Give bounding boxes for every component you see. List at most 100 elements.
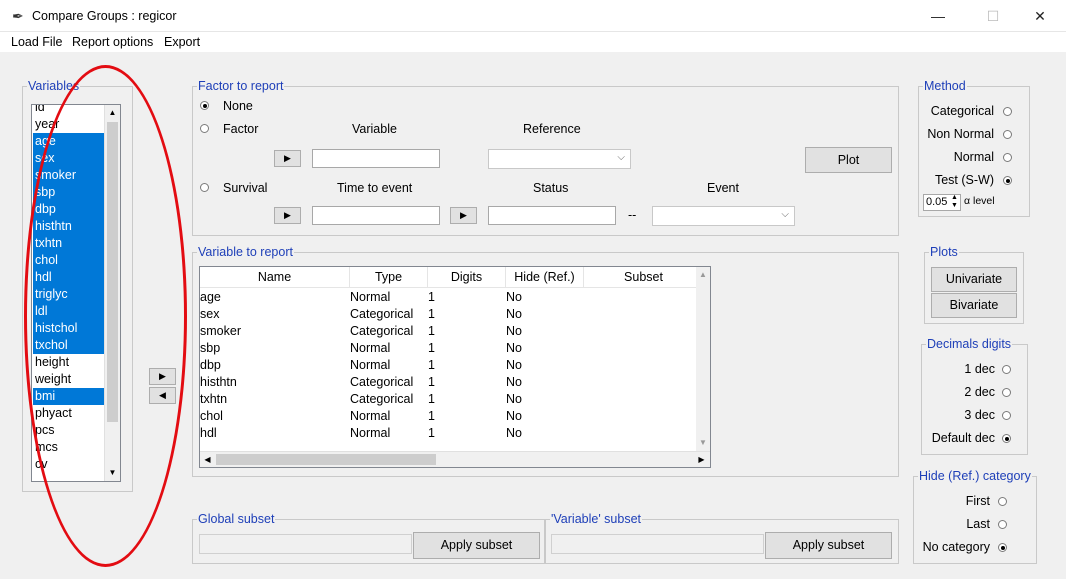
variable-list-item[interactable]: triglyc	[33, 286, 105, 303]
variable-list-item[interactable]: age	[33, 133, 105, 150]
variable-list-item[interactable]: dbp	[33, 201, 105, 218]
report-table[interactable]: Name Type Digits Hide (Ref.) Subset age N…	[199, 266, 711, 468]
scroll-up-icon[interactable]: ▲	[105, 105, 120, 121]
scroll-thumb[interactable]	[107, 122, 118, 422]
variable-list-item[interactable]: txchol	[33, 337, 105, 354]
table-cell[interactable]: 1	[428, 374, 435, 391]
table-cell[interactable]: chol	[200, 408, 223, 425]
spin-arrows-icon[interactable]: ▲ ▼	[951, 194, 958, 210]
method-option-radio[interactable]	[1003, 130, 1012, 139]
table-cell[interactable]: No	[506, 340, 522, 357]
variable-list-item[interactable]: pcs	[33, 422, 105, 439]
table-cell[interactable]: dbp	[200, 357, 221, 374]
hscroll-thumb[interactable]	[216, 454, 436, 465]
table-cell[interactable]: 1	[428, 357, 435, 374]
table-cell[interactable]: sbp	[200, 340, 220, 357]
variable-list-item[interactable]: weight	[33, 371, 105, 388]
table-cell[interactable]: 1	[428, 323, 435, 340]
table-cell[interactable]: Categorical	[350, 374, 413, 391]
table-cell[interactable]: Categorical	[350, 323, 413, 340]
menu-export[interactable]: Export	[164, 35, 200, 49]
event-combo[interactable]: ⌵	[652, 206, 795, 226]
decimals-option-radio[interactable]	[1002, 411, 1011, 420]
table-cell[interactable]: histhtn	[200, 374, 237, 391]
scroll-down-icon[interactable]: ▼	[696, 435, 710, 451]
table-cell[interactable]: age	[200, 289, 221, 306]
univariate-button[interactable]: Univariate	[931, 267, 1017, 292]
factor-none-radio[interactable]	[200, 101, 209, 110]
column-subset[interactable]: Subset	[584, 267, 704, 287]
table-cell[interactable]: Normal	[350, 289, 390, 306]
hide-ref-option-radio[interactable]	[998, 520, 1007, 529]
table-cell[interactable]: No	[506, 306, 522, 323]
table-cell[interactable]: Categorical	[350, 306, 413, 323]
variable-list-item[interactable]: histhtn	[33, 218, 105, 235]
status-field[interactable]	[488, 206, 616, 225]
variable-list-item[interactable]: histchol	[33, 320, 105, 337]
table-cell[interactable]: 1	[428, 425, 435, 442]
status-arrow-button[interactable]: ▶	[450, 207, 477, 224]
decimals-option-radio[interactable]	[1002, 388, 1011, 397]
scroll-left-icon[interactable]: ◀	[200, 452, 215, 467]
hide-ref-option-radio[interactable]	[998, 543, 1007, 552]
factor-variable-field[interactable]	[312, 149, 440, 168]
table-cell[interactable]: No	[506, 323, 522, 340]
variable-apply-subset-button[interactable]: Apply subset	[765, 532, 892, 559]
variables-scrollbar[interactable]: ▲ ▼	[104, 105, 120, 481]
table-cell[interactable]: 1	[428, 289, 435, 306]
factor-variable-arrow-button[interactable]: ▶	[274, 150, 301, 167]
table-cell[interactable]: Normal	[350, 340, 390, 357]
table-cell[interactable]: Normal	[350, 425, 390, 442]
table-cell[interactable]: smoker	[200, 323, 241, 340]
table-cell[interactable]: Normal	[350, 408, 390, 425]
table-cell[interactable]: txhtn	[200, 391, 227, 408]
global-subset-field[interactable]	[199, 534, 412, 554]
variable-list-item[interactable]: txhtn	[33, 235, 105, 252]
move-right-button[interactable]: ▶	[149, 368, 176, 385]
variable-list-item[interactable]: chol	[33, 252, 105, 269]
time-arrow-button[interactable]: ▶	[274, 207, 301, 224]
table-cell[interactable]: sex	[200, 306, 219, 323]
decimals-option-radio[interactable]	[1002, 434, 1011, 443]
factor-survival-radio[interactable]	[200, 183, 209, 192]
variable-list-item[interactable]: mcs	[33, 439, 105, 456]
hide-ref-option-radio[interactable]	[998, 497, 1007, 506]
maximize-button[interactable]: ☐	[973, 4, 1013, 28]
table-cell[interactable]: Normal	[350, 357, 390, 374]
decimals-option-radio[interactable]	[1002, 365, 1011, 374]
global-apply-subset-button[interactable]: Apply subset	[413, 532, 540, 559]
menu-report-options[interactable]: Report options	[72, 35, 153, 49]
reference-combo[interactable]: ⌵	[488, 149, 631, 169]
table-hscroll[interactable]: ◀ ▶	[200, 451, 710, 467]
variable-subset-field[interactable]	[551, 534, 764, 554]
method-option-radio[interactable]	[1003, 176, 1012, 185]
alpha-spinbox[interactable]: 0.05 ▲ ▼	[923, 194, 961, 211]
variable-list-item[interactable]: sex	[33, 150, 105, 167]
column-name[interactable]: Name	[200, 267, 350, 287]
close-button[interactable]: ✕	[1020, 4, 1060, 28]
menu-load-file[interactable]: Load File	[11, 35, 62, 49]
variables-listbox[interactable]: id year age sex smoker sbp dbp histhtn txhtn chol…	[31, 104, 121, 482]
table-cell[interactable]: 1	[428, 408, 435, 425]
scroll-right-icon[interactable]: ▶	[694, 452, 709, 467]
variable-list-item[interactable]: height	[33, 354, 105, 371]
factor-factor-radio[interactable]	[200, 124, 209, 133]
table-cell[interactable]: No	[506, 289, 522, 306]
variable-list-item[interactable]: ldl	[33, 303, 105, 320]
column-digits[interactable]: Digits	[428, 267, 506, 287]
table-cell[interactable]: hdl	[200, 425, 217, 442]
table-cell[interactable]: 1	[428, 391, 435, 408]
method-option-radio[interactable]	[1003, 153, 1012, 162]
scroll-down-icon[interactable]: ▼	[105, 465, 120, 481]
table-cell[interactable]: No	[506, 425, 522, 442]
column-type[interactable]: Type	[350, 267, 428, 287]
table-vscroll[interactable]: ▲ ▼	[696, 267, 710, 451]
table-cell[interactable]: No	[506, 391, 522, 408]
table-cell[interactable]: No	[506, 408, 522, 425]
column-hide-ref[interactable]: Hide (Ref.)	[506, 267, 584, 287]
scroll-up-icon[interactable]: ▲	[696, 267, 710, 283]
table-cell[interactable]: No	[506, 357, 522, 374]
method-option-radio[interactable]	[1003, 107, 1012, 116]
table-cell[interactable]: 1	[428, 306, 435, 323]
bivariate-button[interactable]: Bivariate	[931, 293, 1017, 318]
